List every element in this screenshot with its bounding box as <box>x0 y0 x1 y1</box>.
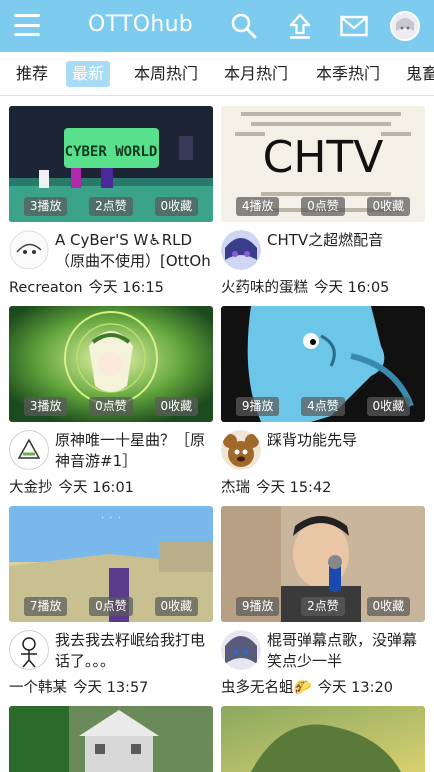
upload-time: 今天 16:01 <box>58 480 134 496</box>
user-avatar[interactable] <box>390 11 420 41</box>
video-stats: 9播放 2点赞 0收藏 <box>221 597 425 616</box>
thumb-text: CYBER WORLD <box>65 144 158 160</box>
video-stats: 3播放 0点赞 0收藏 <box>9 397 213 416</box>
upload-icon[interactable] <box>286 12 314 40</box>
video-stats: 4播放 0点赞 0收藏 <box>221 197 425 216</box>
thumb-text: CHTV <box>263 132 384 183</box>
author-avatar[interactable] <box>9 430 49 470</box>
play-count: 4播放 <box>235 197 280 216</box>
like-count: 2点赞 <box>301 597 345 616</box>
tab-recommended[interactable]: 推荐 <box>10 61 54 87</box>
video-meta: 一个韩某 今天 13:57 <box>9 676 219 697</box>
like-count: 0点赞 <box>301 197 345 216</box>
tab-weekly-hot[interactable]: 本周热门 <box>128 61 204 87</box>
play-count: 3播放 <box>23 397 68 416</box>
video-stats: 9播放 4点赞 0收藏 <box>221 397 425 416</box>
svg-text:· · ·: · · · <box>100 514 121 522</box>
play-count: 7播放 <box>23 597 68 616</box>
mail-icon[interactable] <box>339 12 369 40</box>
author-name[interactable]: Recreaton <box>9 280 83 296</box>
play-count: 3播放 <box>23 197 68 216</box>
author-name[interactable]: 大金抄 <box>9 480 53 496</box>
video-thumbnail[interactable]: CHTV 4播放 0点赞 0收藏 <box>221 106 425 222</box>
favorite-count: 0收藏 <box>366 597 411 616</box>
upload-time: 今天 13:20 <box>317 680 393 696</box>
like-count: 0点赞 <box>89 397 133 416</box>
tab-kichiku[interactable]: 鬼畜 <box>400 61 434 87</box>
video-title[interactable]: 原神唯一十星曲？［原神音游#1］ <box>55 430 215 472</box>
upload-time: 今天 13:57 <box>73 680 149 696</box>
play-count: 9播放 <box>235 597 280 616</box>
video-title[interactable]: CHTV之超燃配音 <box>267 230 427 272</box>
favorite-count: 0收藏 <box>154 197 199 216</box>
author-avatar[interactable] <box>221 230 261 270</box>
video-stats: 7播放 0点赞 0收藏 <box>9 597 213 616</box>
favorite-count: 0收藏 <box>154 597 199 616</box>
upload-time: 今天 15:42 <box>256 480 332 496</box>
video-title[interactable]: 我去我去籽岷给我打电话了。。。 <box>55 630 215 672</box>
favorite-count: 0收藏 <box>366 397 411 416</box>
video-meta: 大金抄 今天 16:01 <box>9 476 219 497</box>
search-icon[interactable] <box>230 12 258 40</box>
play-count: 9播放 <box>235 397 280 416</box>
favorite-count: 0收藏 <box>154 397 199 416</box>
author-avatar[interactable] <box>9 630 49 670</box>
author-name[interactable]: 杰瑞 <box>221 480 250 496</box>
video-thumbnail-partial[interactable] <box>9 706 213 772</box>
video-meta: 火药味的蛋糕 今天 16:05 <box>221 276 431 297</box>
tab-latest[interactable]: 最新 <box>66 61 111 87</box>
video-thumbnail[interactable]: 9播放 2点赞 0收藏 <box>221 506 425 622</box>
video-title[interactable]: 踩背功能先导 <box>267 430 427 472</box>
video-meta: 虫多无名蛆🌮 今天 13:20 <box>221 676 431 697</box>
like-count: 0点赞 <box>89 597 133 616</box>
tab-season-hot[interactable]: 本季热门 <box>310 61 386 87</box>
video-title[interactable]: A CyBer'S W♿RLD（原曲不使用）[OttOh <box>55 230 215 272</box>
favorite-count: 0收藏 <box>366 197 411 216</box>
video-stats: 3播放 2点赞 0收藏 <box>9 197 213 216</box>
author-name[interactable]: 虫多无名蛆🌮 <box>221 680 312 696</box>
video-title[interactable]: 棍哥弹幕点歌，没弹幕笑点少一半 <box>267 630 427 672</box>
like-count: 4点赞 <box>301 397 345 416</box>
author-avatar[interactable] <box>9 230 49 270</box>
video-meta: Recreaton 今天 16:15 <box>9 276 219 297</box>
video-thumbnail[interactable]: CYBER WORLD 3播放 2点赞 0收藏 <box>9 106 213 222</box>
app-title: OTTOhub <box>88 12 194 37</box>
menu-icon[interactable] <box>14 14 40 36</box>
category-tabs: 推荐 最新 本周热门 本月热门 本季热门 鬼畜 <box>0 52 434 96</box>
upload-time: 今天 16:05 <box>314 280 390 296</box>
video-meta: 杰瑞 今天 15:42 <box>221 476 431 497</box>
author-avatar[interactable] <box>221 630 261 670</box>
author-avatar[interactable] <box>221 430 261 470</box>
like-count: 2点赞 <box>89 197 133 216</box>
video-thumbnail[interactable]: 9播放 4点赞 0收藏 <box>221 306 425 422</box>
video-thumbnail[interactable]: 3播放 0点赞 0收藏 <box>9 306 213 422</box>
upload-time: 今天 16:15 <box>88 280 164 296</box>
author-name[interactable]: 火药味的蛋糕 <box>221 280 308 296</box>
video-thumbnail[interactable]: · · · 7播放 0点赞 0收藏 <box>9 506 213 622</box>
tab-monthly-hot[interactable]: 本月热门 <box>218 61 294 87</box>
video-thumbnail-partial[interactable] <box>221 706 425 772</box>
author-name[interactable]: 一个韩某 <box>9 680 67 696</box>
app-bar: OTTOhub <box>0 0 434 52</box>
